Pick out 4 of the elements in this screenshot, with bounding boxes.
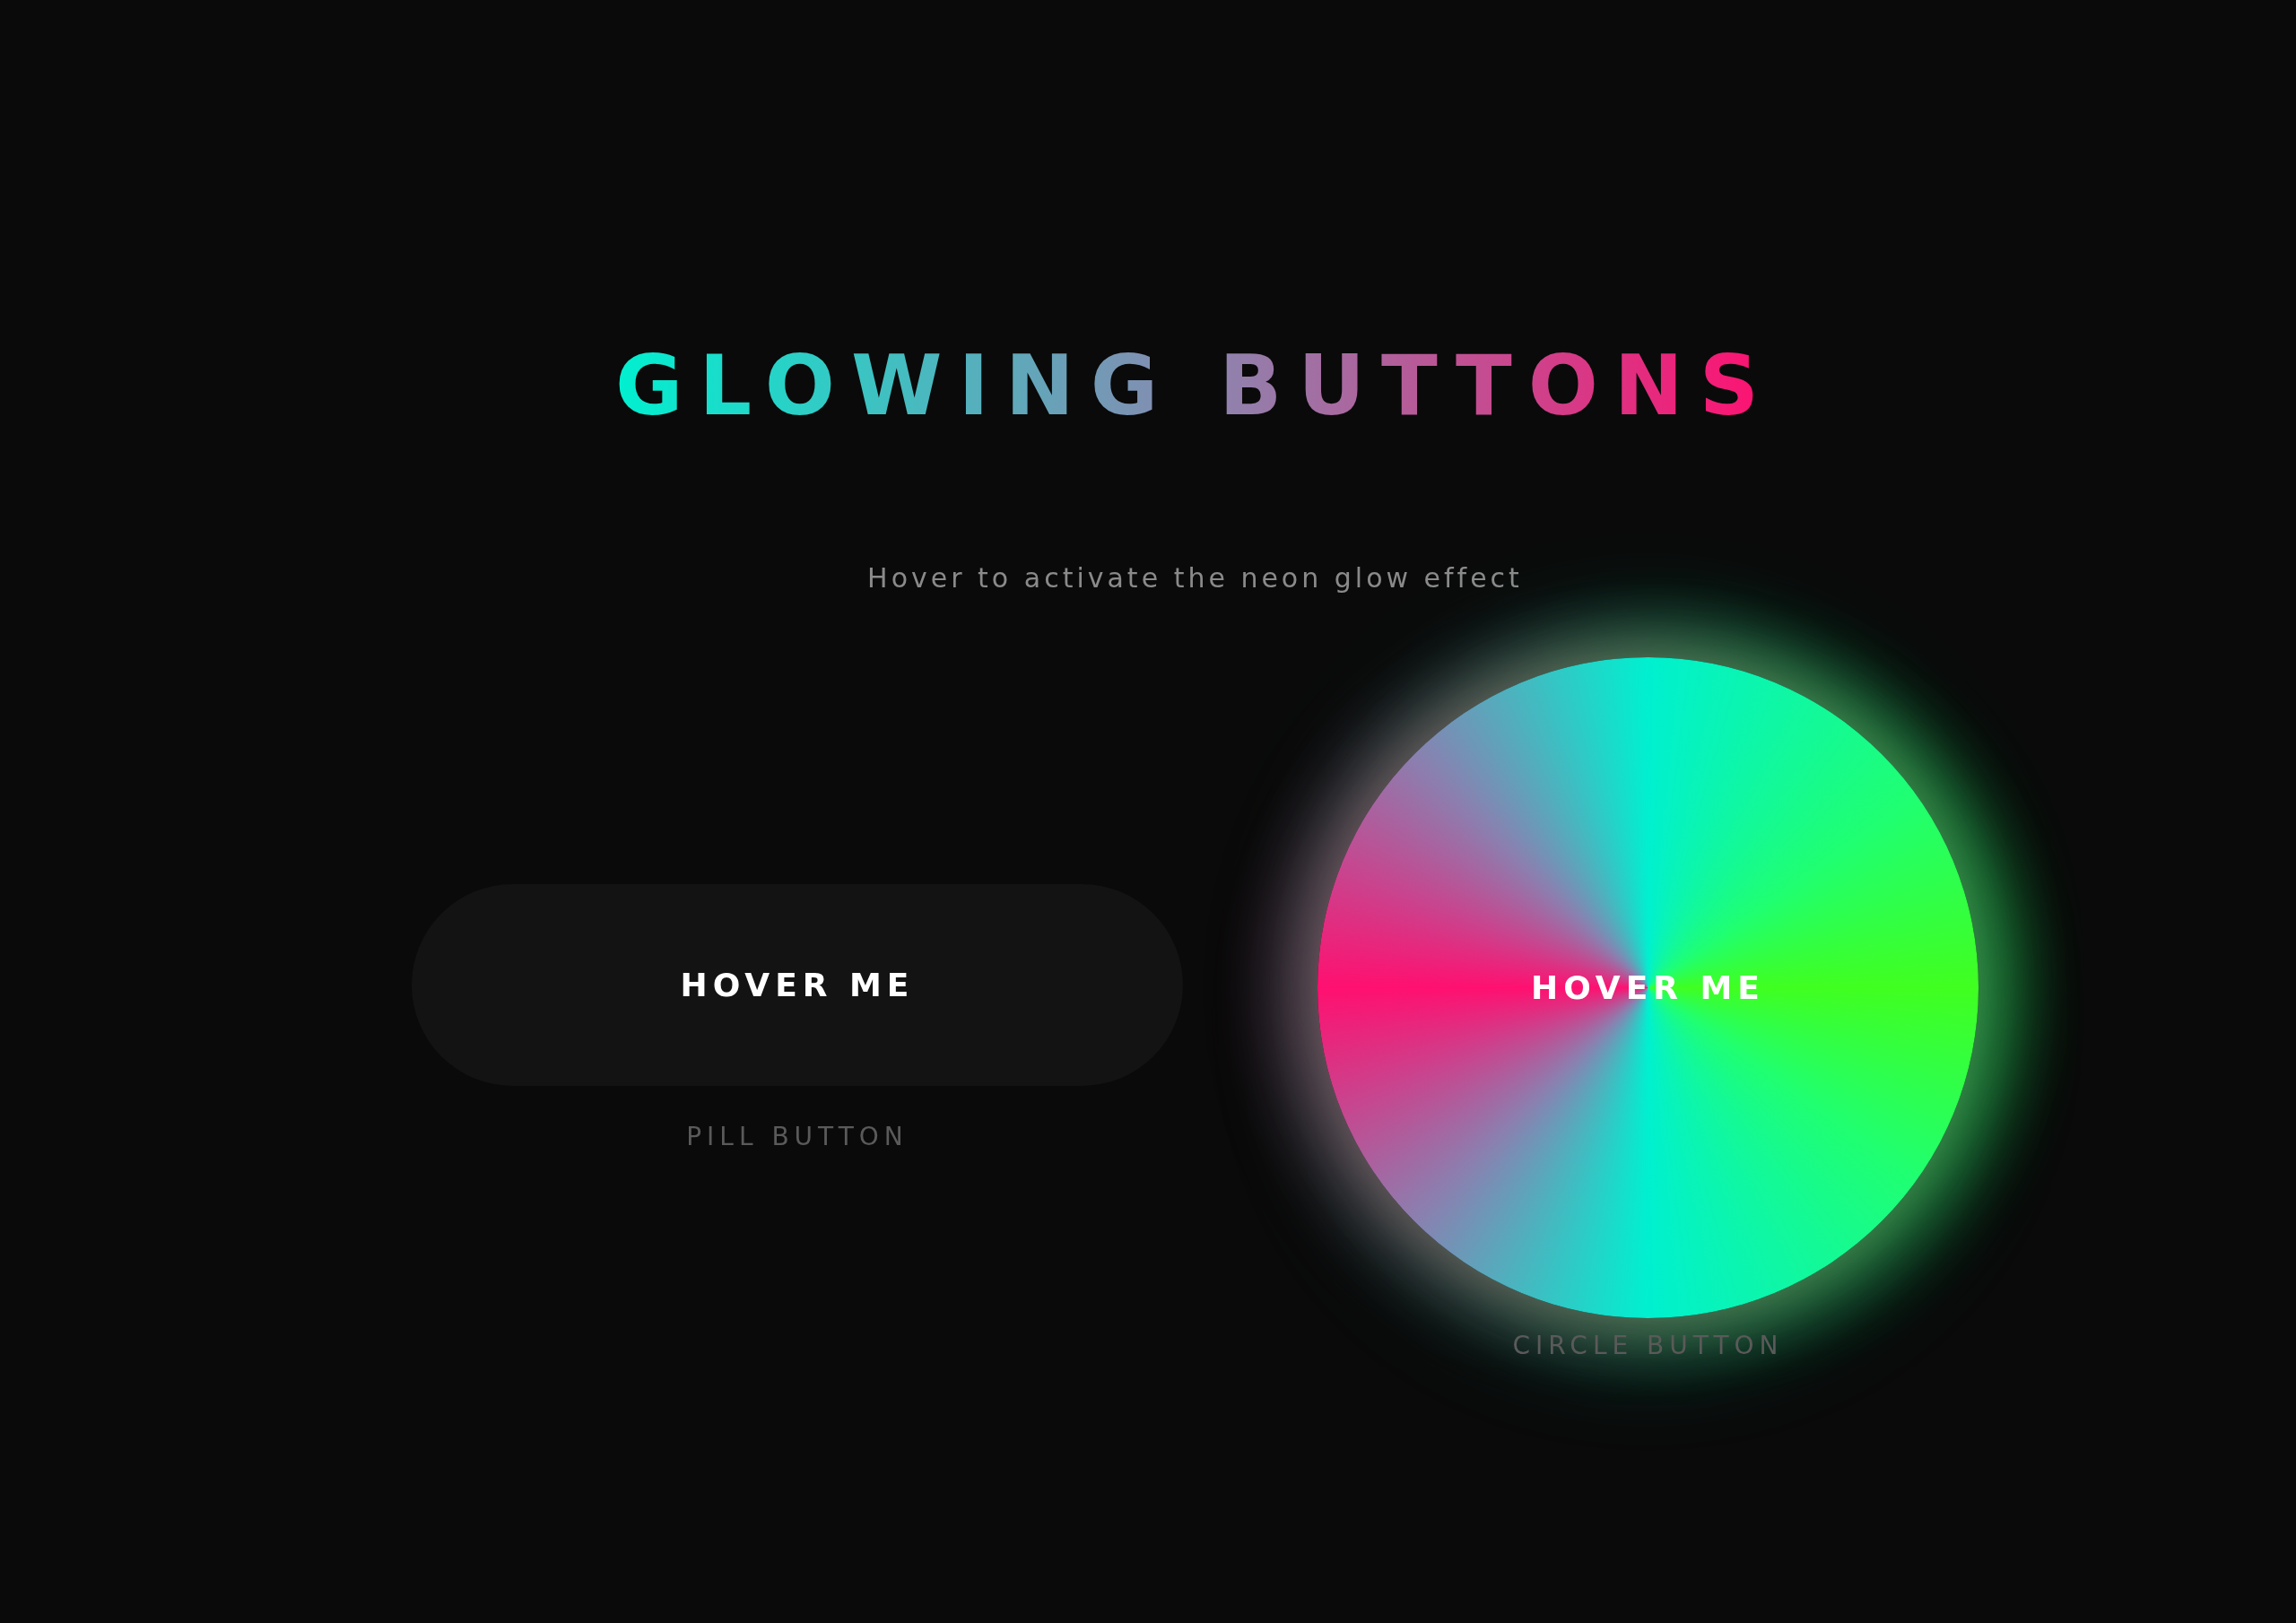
pill-button[interactable]: HOVER ME <box>412 884 1183 1086</box>
button-caption: PILL BUTTON <box>686 1122 909 1151</box>
button-caption: CIRCLE BUTTON <box>1512 1331 1784 1360</box>
subtitle: Hover to activate the neon glow effect <box>867 562 1523 595</box>
